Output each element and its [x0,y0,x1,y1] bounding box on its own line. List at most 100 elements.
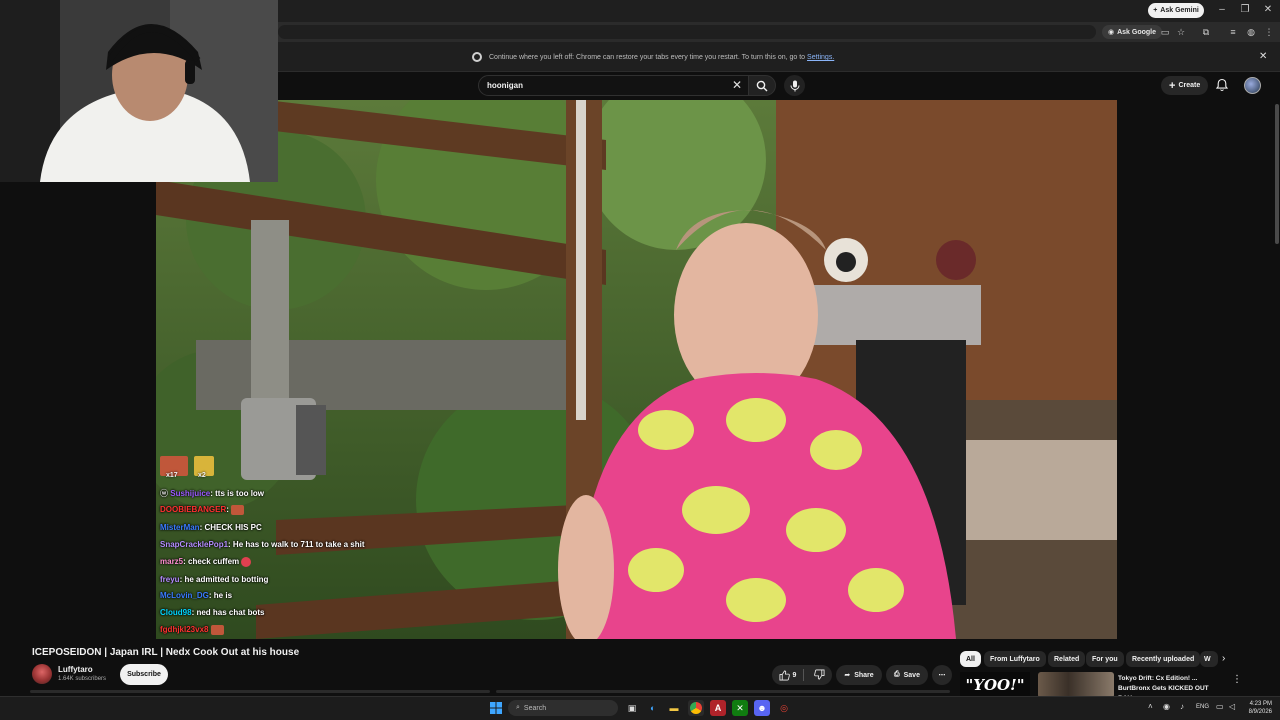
chip-truncated[interactable]: W [1200,651,1218,667]
media-icon[interactable]: ≡ [1226,25,1240,39]
chat-username: SnapCracklePop1 [160,540,229,549]
ask-google-button[interactable]: ◉ Ask Google [1102,25,1163,39]
more-actions-button[interactable]: ⋯ [932,665,952,685]
chat-message: freyu: he admitted to botting [160,575,268,584]
search-icon [756,80,768,91]
display-tray-icon[interactable]: ▭ [1216,702,1224,711]
video-player[interactable] [156,100,1117,639]
video-frame [156,100,1117,639]
save-button[interactable]: ⎙ Save [886,665,928,685]
discord-icon[interactable]: ☻ [754,700,770,716]
microphone-icon [790,80,799,91]
create-button[interactable]: + Create [1161,76,1209,95]
address-bar[interactable] [278,25,1096,39]
windows-start-icon[interactable] [488,700,504,716]
subscribe-button[interactable]: Subscribe [120,664,168,685]
volume-icon[interactable]: ◁ [1229,702,1235,711]
ask-gemini-button[interactable]: + Ask Gemini [1148,3,1204,18]
chat-username: McLovin_DG [160,591,209,600]
chat-message: Cloud98: ned has chat bots [160,608,264,617]
close-infobar-icon[interactable]: ✕ [1259,51,1267,62]
clock[interactable]: 4:23 PM 8/9/2026 [1244,700,1272,716]
emote-icon [231,505,245,515]
comment-placeholder-bar [496,690,950,693]
streamer-webcam [0,0,278,182]
edge-icon[interactable]: ◐ [645,700,661,716]
chrome-menu-icon[interactable]: ⋮ [1262,25,1276,39]
language-indicator[interactable]: ENG [1196,704,1209,710]
chat-message: fgdhjkl23vx8 [160,625,224,635]
restore-window-icon[interactable]: ❐ [1235,4,1255,15]
channel-avatar[interactable] [32,664,52,684]
network-tray-icon[interactable]: ◉ [1163,702,1170,711]
chat-text: : ned has chat bots [191,608,265,617]
heart-emote-icon [241,557,252,567]
chat-username: fgdhjkl23vx8 [160,625,209,635]
chat-message: marz5: check cuffem [160,557,252,567]
chat-username: Sushijuice [170,489,211,498]
chip-from-channel[interactable]: From Luffytaro [984,651,1046,667]
video-title: ICEPOSEIDON | Japan IRL | Nedx Cook Out … [32,647,300,658]
chat-badge-icon: ⓦ [160,489,168,498]
minimize-icon[interactable]: – [1212,4,1232,15]
chat-message: ⓦ Sushijuice: tts is too low [160,488,264,499]
xbox-icon[interactable]: ✕ [732,700,748,716]
restore-message-text: Continue where you left off: Chrome can … [489,54,806,61]
settings-link[interactable]: Settings. [807,54,834,61]
app-icon[interactable]: ◎ [776,700,792,716]
chip-for-you[interactable]: For you [1086,651,1124,667]
share-label: Share [854,671,874,679]
chat-username: MisterMan [160,523,200,532]
share-icon: ➦ [844,672,851,679]
badge-count-2: x2 [198,472,206,479]
task-view-icon[interactable]: ▣ [624,700,640,716]
plus-icon: + [1169,79,1176,92]
chrome-icon [472,52,482,62]
extensions-icon[interactable]: ⧉ [1199,25,1213,39]
chip-related[interactable]: Related [1048,651,1086,667]
taskbar-search-placeholder: Search [523,704,547,712]
like-divider [803,669,804,681]
notifications-bell-icon[interactable] [1215,78,1229,92]
chrome-taskbar-icon[interactable] [688,700,704,716]
chevron-right-icon[interactable]: › [1222,653,1225,664]
scrollbar-thumb[interactable] [1275,104,1279,244]
recommendation-thumbnail[interactable] [1038,672,1114,698]
like-button[interactable]: 9 [779,670,796,681]
chevron-up-icon[interactable]: ˄ [1148,702,1153,711]
clear-search-icon[interactable]: ✕ [730,78,744,92]
save-label: Save [903,671,920,679]
profile-icon[interactable]: ◍ [1244,25,1258,39]
like-dislike-group: 9 [772,665,832,685]
channel-name[interactable]: Luffytaro [58,665,93,674]
file-explorer-icon[interactable]: ▬ [666,700,682,716]
cast-icon[interactable]: ▭ [1158,25,1172,39]
adobe-icon[interactable]: A [710,700,726,716]
subscriber-count: 1.64K subscribers [58,676,107,682]
microphone-tray-icon[interactable]: ♪ [1180,702,1184,711]
chip-all[interactable]: All [960,651,981,667]
voice-search-button[interactable] [784,75,805,96]
recommendation-thumbnail-text[interactable]: "YOO!" [960,672,1030,698]
search-button[interactable] [748,75,776,96]
lens-icon: ◉ [1108,29,1115,36]
taskbar-search[interactable]: ⌕ Search [508,700,618,716]
chat-message: SnapCracklePop1: He has to walk to 711 t… [160,540,365,549]
bookmark-star-icon[interactable]: ☆ [1174,25,1188,39]
chat-text: : [226,505,229,515]
comment-placeholder-bar [30,690,490,693]
clock-time: 4:23 PM [1249,701,1272,707]
chat-text: : He has to walk to 711 to take a shit [228,540,365,549]
chip-recently-uploaded[interactable]: Recently uploaded [1126,651,1201,667]
dislike-button[interactable] [814,669,825,682]
close-window-icon[interactable]: ✕ [1258,4,1278,15]
search-input[interactable]: hoonigan [478,75,752,96]
account-avatar[interactable] [1244,77,1261,94]
chat-text: : he is [208,591,233,600]
chrome-logo-icon [690,702,702,714]
create-label: Create [1178,82,1201,89]
more-vertical-icon[interactable]: ⋮ [1232,674,1242,685]
chat-username: freyu [160,575,180,584]
share-button[interactable]: ➦ Share [836,665,882,685]
ask-gemini-label: Ask Gemini [1160,7,1199,14]
